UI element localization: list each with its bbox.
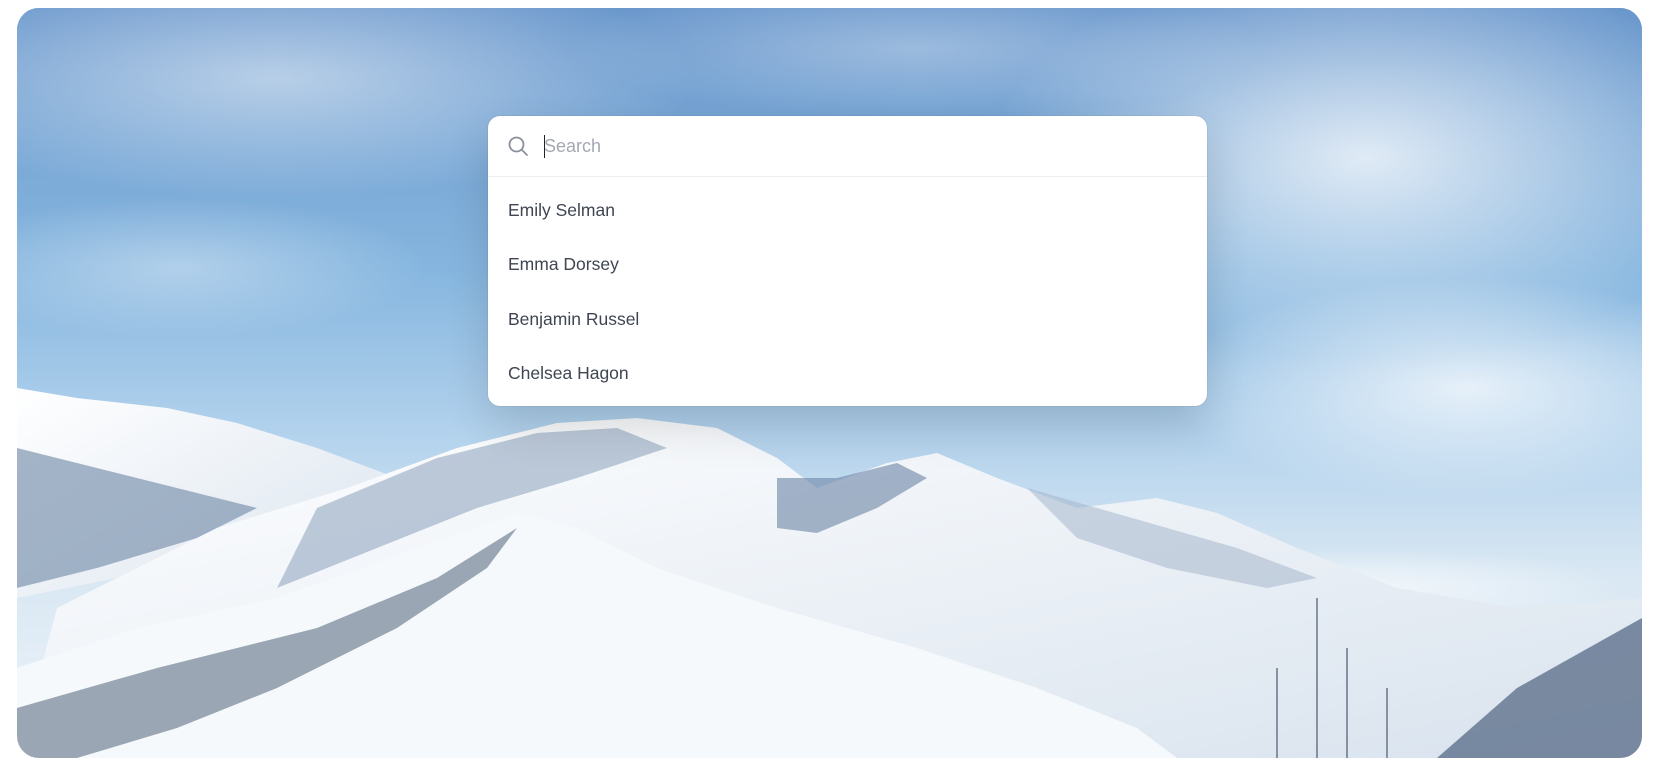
result-item[interactable]: Benjamin Russel: [488, 292, 1207, 347]
results-list: Emily Selman Emma Dorsey Benjamin Russel…: [488, 177, 1207, 401]
result-item[interactable]: Emily Selman: [488, 183, 1207, 238]
result-item[interactable]: Chelsea Hagon: [488, 347, 1207, 402]
search-icon: [508, 136, 528, 156]
search-bar: [488, 116, 1207, 177]
background-frame: Emily Selman Emma Dorsey Benjamin Russel…: [17, 8, 1642, 758]
text-cursor: [544, 135, 545, 158]
command-palette: Emily Selman Emma Dorsey Benjamin Russel…: [488, 116, 1207, 406]
result-item[interactable]: Emma Dorsey: [488, 238, 1207, 293]
search-input[interactable]: [544, 126, 1184, 166]
